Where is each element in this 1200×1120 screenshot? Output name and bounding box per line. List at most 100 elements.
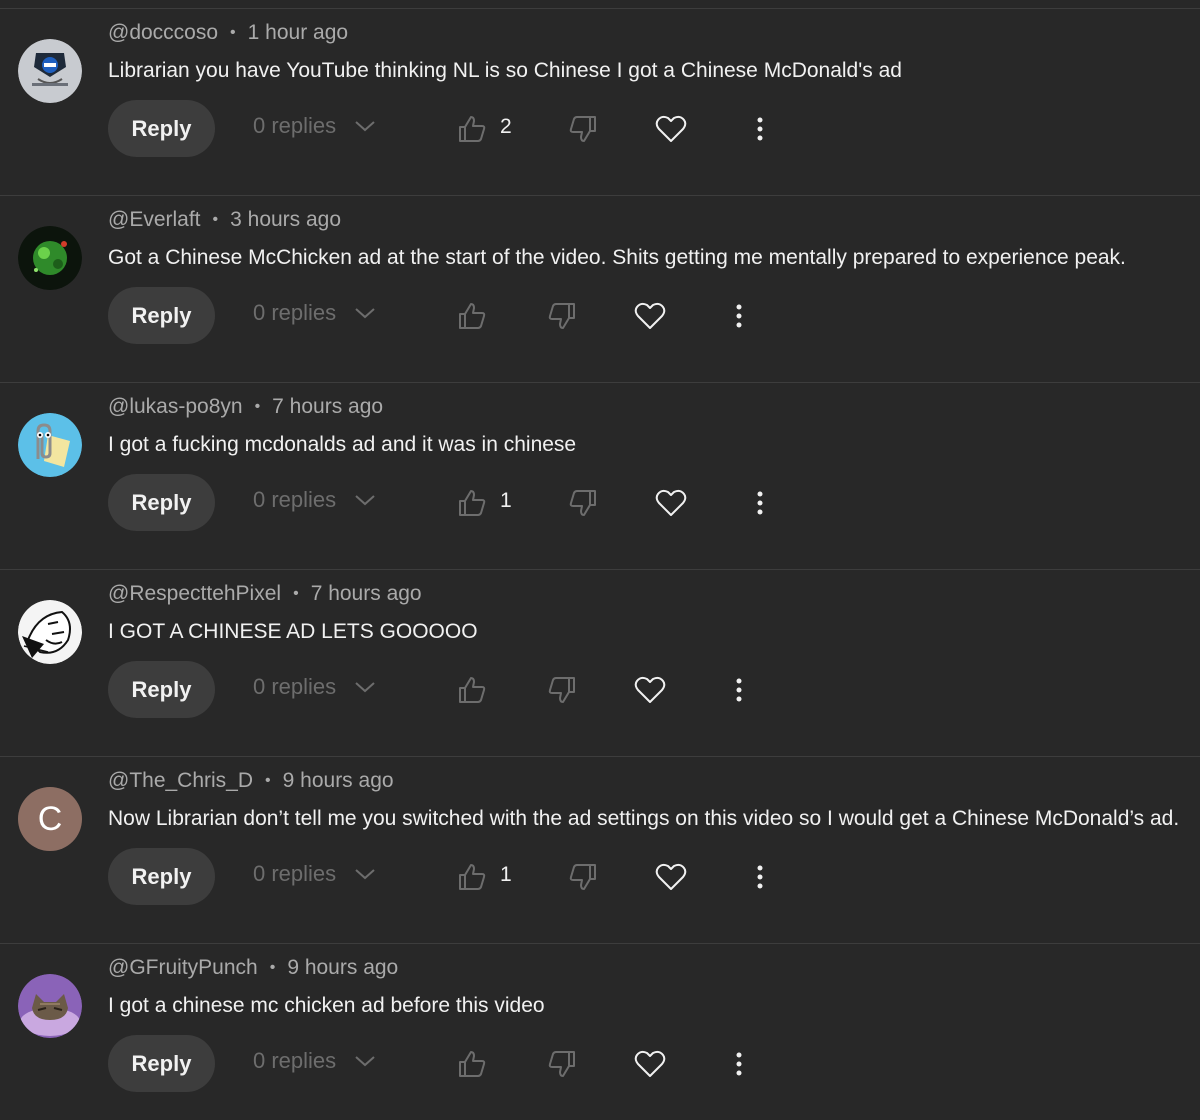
timestamp[interactable]: 3 hours ago (230, 208, 341, 232)
like-button[interactable] (454, 485, 490, 521)
dislike-button[interactable] (544, 672, 580, 708)
heart-icon (634, 676, 666, 703)
replies-toggle[interactable]: 0 replies (253, 487, 376, 513)
comment-text: Librarian you have YouTube thinking NL i… (108, 59, 902, 82)
thumbs-up-icon (459, 490, 486, 516)
chevron-down-icon (355, 682, 375, 693)
avatar[interactable] (18, 413, 82, 477)
username[interactable]: @docccoso (108, 21, 218, 45)
chevron-down-icon (355, 308, 375, 319)
more-actions-button[interactable] (742, 859, 778, 895)
thumbs-down-icon (548, 303, 575, 329)
heart-icon (634, 1050, 666, 1077)
separator-dot: • (293, 585, 299, 602)
avatar[interactable]: C (18, 787, 82, 851)
like-button[interactable] (454, 672, 490, 708)
heart-button[interactable] (653, 111, 689, 147)
more-vert-icon (757, 865, 763, 889)
replies-toggle[interactable]: 0 replies (253, 861, 376, 887)
replies-toggle[interactable]: 0 replies (253, 113, 376, 139)
more-actions-button[interactable] (742, 485, 778, 521)
replies-toggle[interactable]: 0 replies (253, 300, 376, 326)
replies-count: 0 replies (253, 487, 337, 512)
replies-count: 0 replies (253, 674, 337, 699)
username[interactable]: @Everlaft (108, 208, 201, 232)
replies-count: 0 replies (253, 113, 337, 138)
dislike-button[interactable] (565, 111, 601, 147)
dislike-button[interactable] (565, 859, 601, 895)
avatar[interactable] (18, 600, 82, 664)
heart-button[interactable] (632, 1046, 668, 1082)
timestamp[interactable]: 1 hour ago (248, 21, 348, 45)
thumbs-up-icon (459, 677, 486, 703)
separator-dot: • (265, 772, 271, 789)
heart-button[interactable] (632, 298, 668, 334)
reply-button[interactable]: Reply (108, 661, 215, 718)
username[interactable]: @lukas-po8yn (108, 395, 243, 419)
thumbs-down-icon (569, 116, 596, 142)
more-actions-button[interactable] (721, 1046, 757, 1082)
avatar[interactable] (18, 39, 82, 103)
reply-button[interactable]: Reply (108, 100, 215, 157)
username[interactable]: @RespecttehPixel (108, 582, 281, 606)
heart-button[interactable] (653, 485, 689, 521)
dislike-button[interactable] (544, 1046, 580, 1082)
avatar[interactable] (18, 226, 82, 290)
thumbs-down-icon (569, 864, 596, 890)
thumbs-up-icon (459, 864, 486, 890)
paperclip-avatar-icon (18, 413, 82, 477)
more-actions-button[interactable] (742, 111, 778, 147)
comment-text: Got a Chinese McChicken ad at the start … (108, 246, 1126, 269)
replies-count: 0 replies (253, 1048, 337, 1073)
comment-list: @docccoso • 1 hour ago Librarian you hav… (0, 0, 1200, 1120)
reply-button[interactable]: Reply (108, 1035, 215, 1092)
comment: @Everlaft • 3 hours ago Got a Chinese Mc… (0, 195, 1200, 382)
reply-button[interactable]: Reply (108, 848, 215, 905)
thumbs-up-icon (459, 1051, 486, 1077)
timestamp[interactable]: 9 hours ago (287, 956, 398, 980)
reply-button[interactable]: Reply (108, 474, 215, 531)
comment-meta: @lukas-po8yn • 7 hours ago (108, 395, 383, 419)
letter-avatar-icon: C (37, 799, 63, 838)
dislike-button[interactable] (565, 485, 601, 521)
heart-icon (655, 489, 687, 516)
username[interactable]: @The_Chris_D (108, 769, 253, 793)
comment: @lukas-po8yn • 7 hours ago I got a fucki… (0, 382, 1200, 569)
like-button[interactable] (454, 1046, 490, 1082)
avatar[interactable] (18, 974, 82, 1038)
heart-button[interactable] (653, 859, 689, 895)
chevron-down-icon (355, 1056, 375, 1067)
separator-dot: • (254, 398, 261, 415)
comment-meta: @GFruityPunch • 9 hours ago (108, 956, 398, 980)
like-count: 2 (500, 115, 512, 138)
comment: @docccoso • 1 hour ago Librarian you hav… (0, 8, 1200, 195)
replies-toggle[interactable]: 0 replies (253, 674, 376, 700)
cat-avatar-icon (18, 974, 82, 1038)
dislike-button[interactable] (544, 298, 580, 334)
heart-button[interactable] (632, 672, 668, 708)
like-button[interactable] (454, 111, 490, 147)
comment-meta: @Everlaft • 3 hours ago (108, 208, 341, 232)
timestamp[interactable]: 7 hours ago (272, 395, 383, 419)
chevron-down-icon (355, 495, 375, 506)
timestamp[interactable]: 9 hours ago (283, 769, 394, 793)
comment: C @The_Chris_D • 9 hours ago Now Librari… (0, 756, 1200, 943)
sketch-face-avatar-icon (18, 600, 82, 664)
heart-icon (655, 863, 687, 890)
replies-toggle[interactable]: 0 replies (253, 1048, 376, 1074)
chevron-down-icon (355, 121, 375, 132)
heart-icon (655, 115, 687, 142)
username[interactable]: @GFruityPunch (108, 956, 258, 980)
reply-button[interactable]: Reply (108, 287, 215, 344)
more-actions-button[interactable] (721, 672, 757, 708)
comment: @GFruityPunch • 9 hours ago I got a chin… (0, 943, 1200, 1120)
thumbs-down-icon (548, 677, 575, 703)
green-planet-avatar-icon (18, 226, 82, 290)
more-actions-button[interactable] (721, 298, 757, 334)
more-vert-icon (757, 491, 763, 515)
separator-dot: • (212, 211, 219, 228)
like-button[interactable] (454, 298, 490, 334)
more-vert-icon (736, 1052, 742, 1076)
like-button[interactable] (454, 859, 490, 895)
timestamp[interactable]: 7 hours ago (311, 582, 422, 606)
